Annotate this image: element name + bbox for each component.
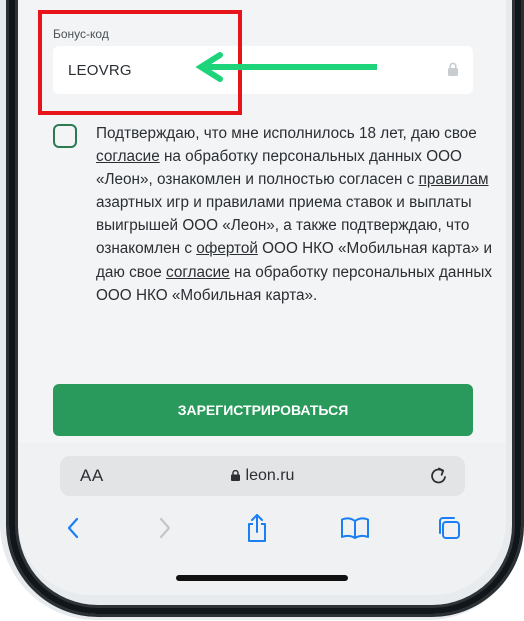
consent-checkbox[interactable] [53, 124, 77, 148]
arrow-annotation-icon [195, 52, 377, 82]
home-indicator [176, 575, 348, 581]
consent-link[interactable]: правилам [419, 171, 489, 188]
consent-text-fragment: Подтверждаю, что мне исполнилось 18 лет,… [96, 125, 477, 142]
url-display[interactable]: leon.ru [60, 467, 465, 485]
address-bar[interactable]: AA leon.ru [60, 456, 465, 496]
tabs-button[interactable] [434, 511, 464, 545]
register-button[interactable]: ЗАРЕГИСТРИРОВАТЬСЯ [53, 384, 473, 436]
consent-link[interactable]: согласие [166, 264, 230, 281]
forward-icon [159, 517, 171, 539]
back-button[interactable] [58, 511, 88, 545]
consent-link[interactable]: офертой [196, 240, 258, 257]
share-button[interactable] [242, 511, 272, 545]
bookmarks-icon [341, 517, 369, 539]
forward-button[interactable] [150, 511, 180, 545]
consent-text: Подтверждаю, что мне исполнилось 18 лет,… [96, 122, 496, 307]
browser-toolbar [18, 511, 506, 551]
tabs-icon [439, 517, 460, 539]
url-text: leon.ru [245, 467, 295, 484]
lock-icon [230, 470, 240, 481]
back-icon [67, 517, 79, 539]
reload-icon[interactable] [429, 465, 449, 487]
browser-bottom-bar: AA leon.ru [18, 443, 506, 595]
phone-screen: Бонус-код LEOVRG Подтверждаю, что мне ис… [18, 0, 506, 595]
lock-icon [448, 62, 458, 76]
bookmarks-button[interactable] [340, 511, 370, 545]
consent-link[interactable]: согласие [96, 148, 160, 165]
share-icon [248, 514, 266, 542]
